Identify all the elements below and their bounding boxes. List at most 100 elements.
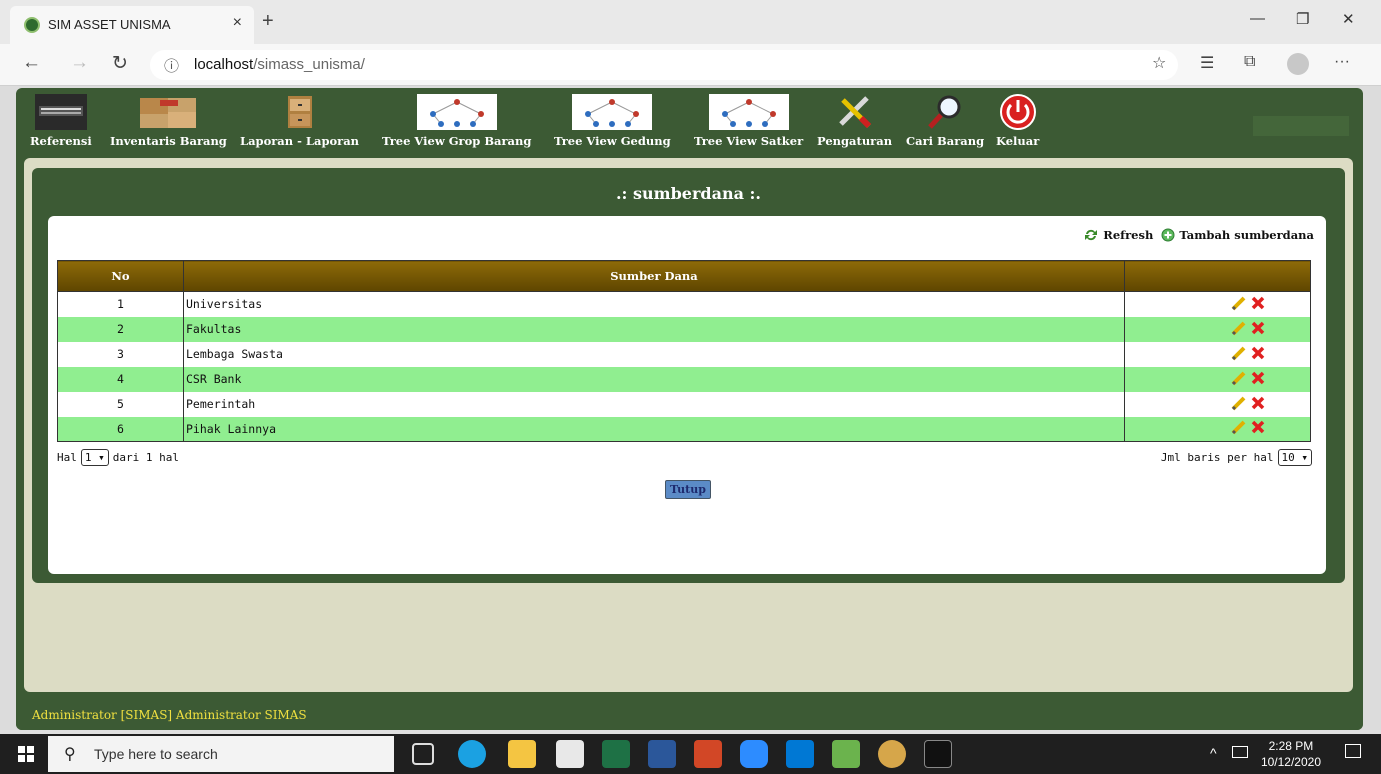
rows-per-page-select[interactable]: 10 ▾	[1277, 449, 1312, 466]
row-sumber-dana: Universitas	[183, 291, 1125, 317]
taskbar-clock[interactable]: 2:28 PM 10/12/2020	[1261, 738, 1321, 770]
site-info-icon[interactable]: ⓘ	[164, 55, 179, 76]
row-actions	[1124, 341, 1311, 367]
sumberdana-table: No Sumber Dana 1 Universitas 2 Fakultas …	[57, 260, 1311, 442]
edit-pencil-icon[interactable]	[1231, 320, 1247, 336]
page-select-value: 1	[84, 451, 92, 464]
table-row[interactable]: 4 CSR Bank	[57, 366, 1311, 392]
restore-button[interactable]: ❐	[1296, 10, 1309, 28]
row-sumber-dana: Lembaga Swasta	[183, 341, 1125, 367]
file-explorer-icon[interactable]	[508, 740, 536, 768]
refresh-page-button[interactable]: ↻	[112, 52, 128, 75]
edge-browser-icon[interactable]	[458, 740, 486, 768]
menu-cari-barang[interactable]: Cari Barang	[906, 94, 984, 148]
network-icon[interactable]	[1232, 746, 1248, 758]
address-field[interactable]: ⓘ localhost/simass_unisma/	[150, 50, 1178, 80]
app-window: Referensi Inventaris Barang Laporan - La…	[16, 88, 1363, 730]
menu-referensi[interactable]: Referensi	[30, 94, 92, 148]
close-tab-icon[interactable]: ×	[233, 14, 242, 32]
menu-keluar[interactable]: Keluar	[996, 94, 1039, 148]
add-sumberdana-label: Tambah sumberdana	[1179, 228, 1314, 242]
panel-title: .: sumberdana :.	[615, 184, 761, 203]
table-row[interactable]: 3 Lembaga Swasta	[57, 341, 1311, 367]
clock-time: 2:28 PM	[1268, 739, 1314, 753]
rows-per-page-value: 10	[1281, 451, 1295, 464]
search-icon: ⚲	[64, 746, 76, 763]
edit-pencil-icon[interactable]	[1231, 370, 1247, 386]
delete-x-icon[interactable]	[1251, 346, 1265, 360]
page-count-label: dari 1 hal	[112, 451, 179, 464]
excel-icon[interactable]	[602, 740, 630, 768]
edit-pencil-icon[interactable]	[1231, 395, 1247, 411]
row-number: 5	[57, 391, 184, 417]
table-row[interactable]: 1 Universitas	[57, 291, 1311, 317]
rows-per-page-label: Jml baris per hal	[1160, 451, 1274, 464]
add-circle-icon	[1161, 228, 1175, 242]
paint-icon[interactable]	[878, 740, 906, 768]
table-row[interactable]: 2 Fakultas	[57, 316, 1311, 342]
delete-x-icon[interactable]	[1251, 296, 1265, 310]
minimize-button[interactable]: —	[1250, 10, 1265, 27]
menu-tree-view-gedung[interactable]: Tree View Gedung	[554, 94, 671, 148]
task-view-icon[interactable]	[412, 743, 434, 765]
zoom-icon[interactable]	[740, 740, 768, 768]
status-text: Administrator [SIMAS] Administrator SIMA…	[32, 708, 307, 722]
mail-icon[interactable]	[786, 740, 814, 768]
menu-inventaris-barang[interactable]: Inventaris Barang	[110, 94, 227, 148]
inventory-management-icon	[34, 94, 87, 130]
project-icon[interactable]	[832, 740, 860, 768]
column-header-sumber-dana: Sumber Dana	[183, 260, 1125, 292]
menu-pengaturan[interactable]: Pengaturan	[817, 94, 892, 148]
page-select[interactable]: 1 ▾	[80, 449, 109, 466]
more-menu-icon[interactable]: ···	[1334, 53, 1350, 71]
powerpoint-icon[interactable]	[694, 740, 722, 768]
favorites-icon[interactable]: ☰	[1200, 53, 1214, 73]
collections-icon[interactable]: ⧉	[1244, 53, 1255, 71]
url-path: /simass_unisma/	[253, 56, 365, 73]
notification-icon[interactable]	[1345, 744, 1361, 758]
row-sumber-dana: CSR Bank	[183, 366, 1125, 392]
profile-avatar[interactable]	[1287, 53, 1309, 75]
browser-tabbar: SIM ASSET UNISMA × + — ❐ ✕	[0, 0, 1381, 44]
row-sumber-dana: Pihak Lainnya	[183, 416, 1125, 442]
table-row[interactable]: 6 Pihak Lainnya	[57, 416, 1311, 442]
content-area: .: sumberdana :. Refresh Tambah sumberda…	[24, 158, 1353, 692]
back-button[interactable]: ←	[22, 52, 41, 74]
edit-pencil-icon[interactable]	[1231, 295, 1247, 311]
main-menu: Referensi Inventaris Barang Laporan - La…	[16, 88, 1363, 158]
status-bar: Administrator [SIMAS] Administrator SIMA…	[16, 700, 1363, 730]
tree-diagram-icon	[572, 94, 653, 130]
menu-laporan[interactable]: Laporan - Laporan	[240, 94, 359, 148]
refresh-button[interactable]: Refresh	[1083, 228, 1153, 242]
edit-pencil-icon[interactable]	[1231, 345, 1247, 361]
delete-x-icon[interactable]	[1251, 396, 1265, 410]
word-icon[interactable]	[648, 740, 676, 768]
browser-tab[interactable]: SIM ASSET UNISMA ×	[10, 6, 254, 44]
url-host: localhost	[194, 56, 254, 73]
delete-x-icon[interactable]	[1251, 371, 1265, 385]
menu-tree-view-grop-barang[interactable]: Tree View Grop Barang	[382, 94, 531, 148]
forward-button[interactable]: →	[70, 52, 89, 74]
store-icon[interactable]	[556, 740, 584, 768]
row-number: 6	[57, 416, 184, 442]
search-placeholder: Type here to search	[94, 746, 218, 762]
windows-start-icon[interactable]	[18, 746, 34, 762]
new-tab-button[interactable]: +	[262, 10, 274, 33]
boxes-icon	[140, 98, 197, 128]
taskbar-search-input[interactable]: ⚲ Type here to search	[48, 736, 394, 772]
tray-chevron-icon[interactable]: ^	[1210, 745, 1217, 761]
rows-per-page: Jml baris per hal 10 ▾	[1161, 449, 1312, 466]
delete-x-icon[interactable]	[1251, 420, 1265, 434]
close-button[interactable]: Tutup	[665, 480, 711, 499]
delete-x-icon[interactable]	[1251, 321, 1265, 335]
favorite-star-icon[interactable]: ☆	[1152, 53, 1166, 73]
terminal-icon[interactable]	[924, 740, 952, 768]
close-window-button[interactable]: ✕	[1342, 10, 1355, 28]
row-actions	[1124, 316, 1311, 342]
add-sumberdana-button[interactable]: Tambah sumberdana	[1161, 228, 1314, 242]
magnifier-icon	[928, 95, 961, 129]
row-number: 1	[57, 291, 184, 317]
table-row[interactable]: 5 Pemerintah	[57, 391, 1311, 417]
menu-tree-view-satker[interactable]: Tree View Satker	[694, 94, 803, 148]
edit-pencil-icon[interactable]	[1231, 419, 1247, 435]
